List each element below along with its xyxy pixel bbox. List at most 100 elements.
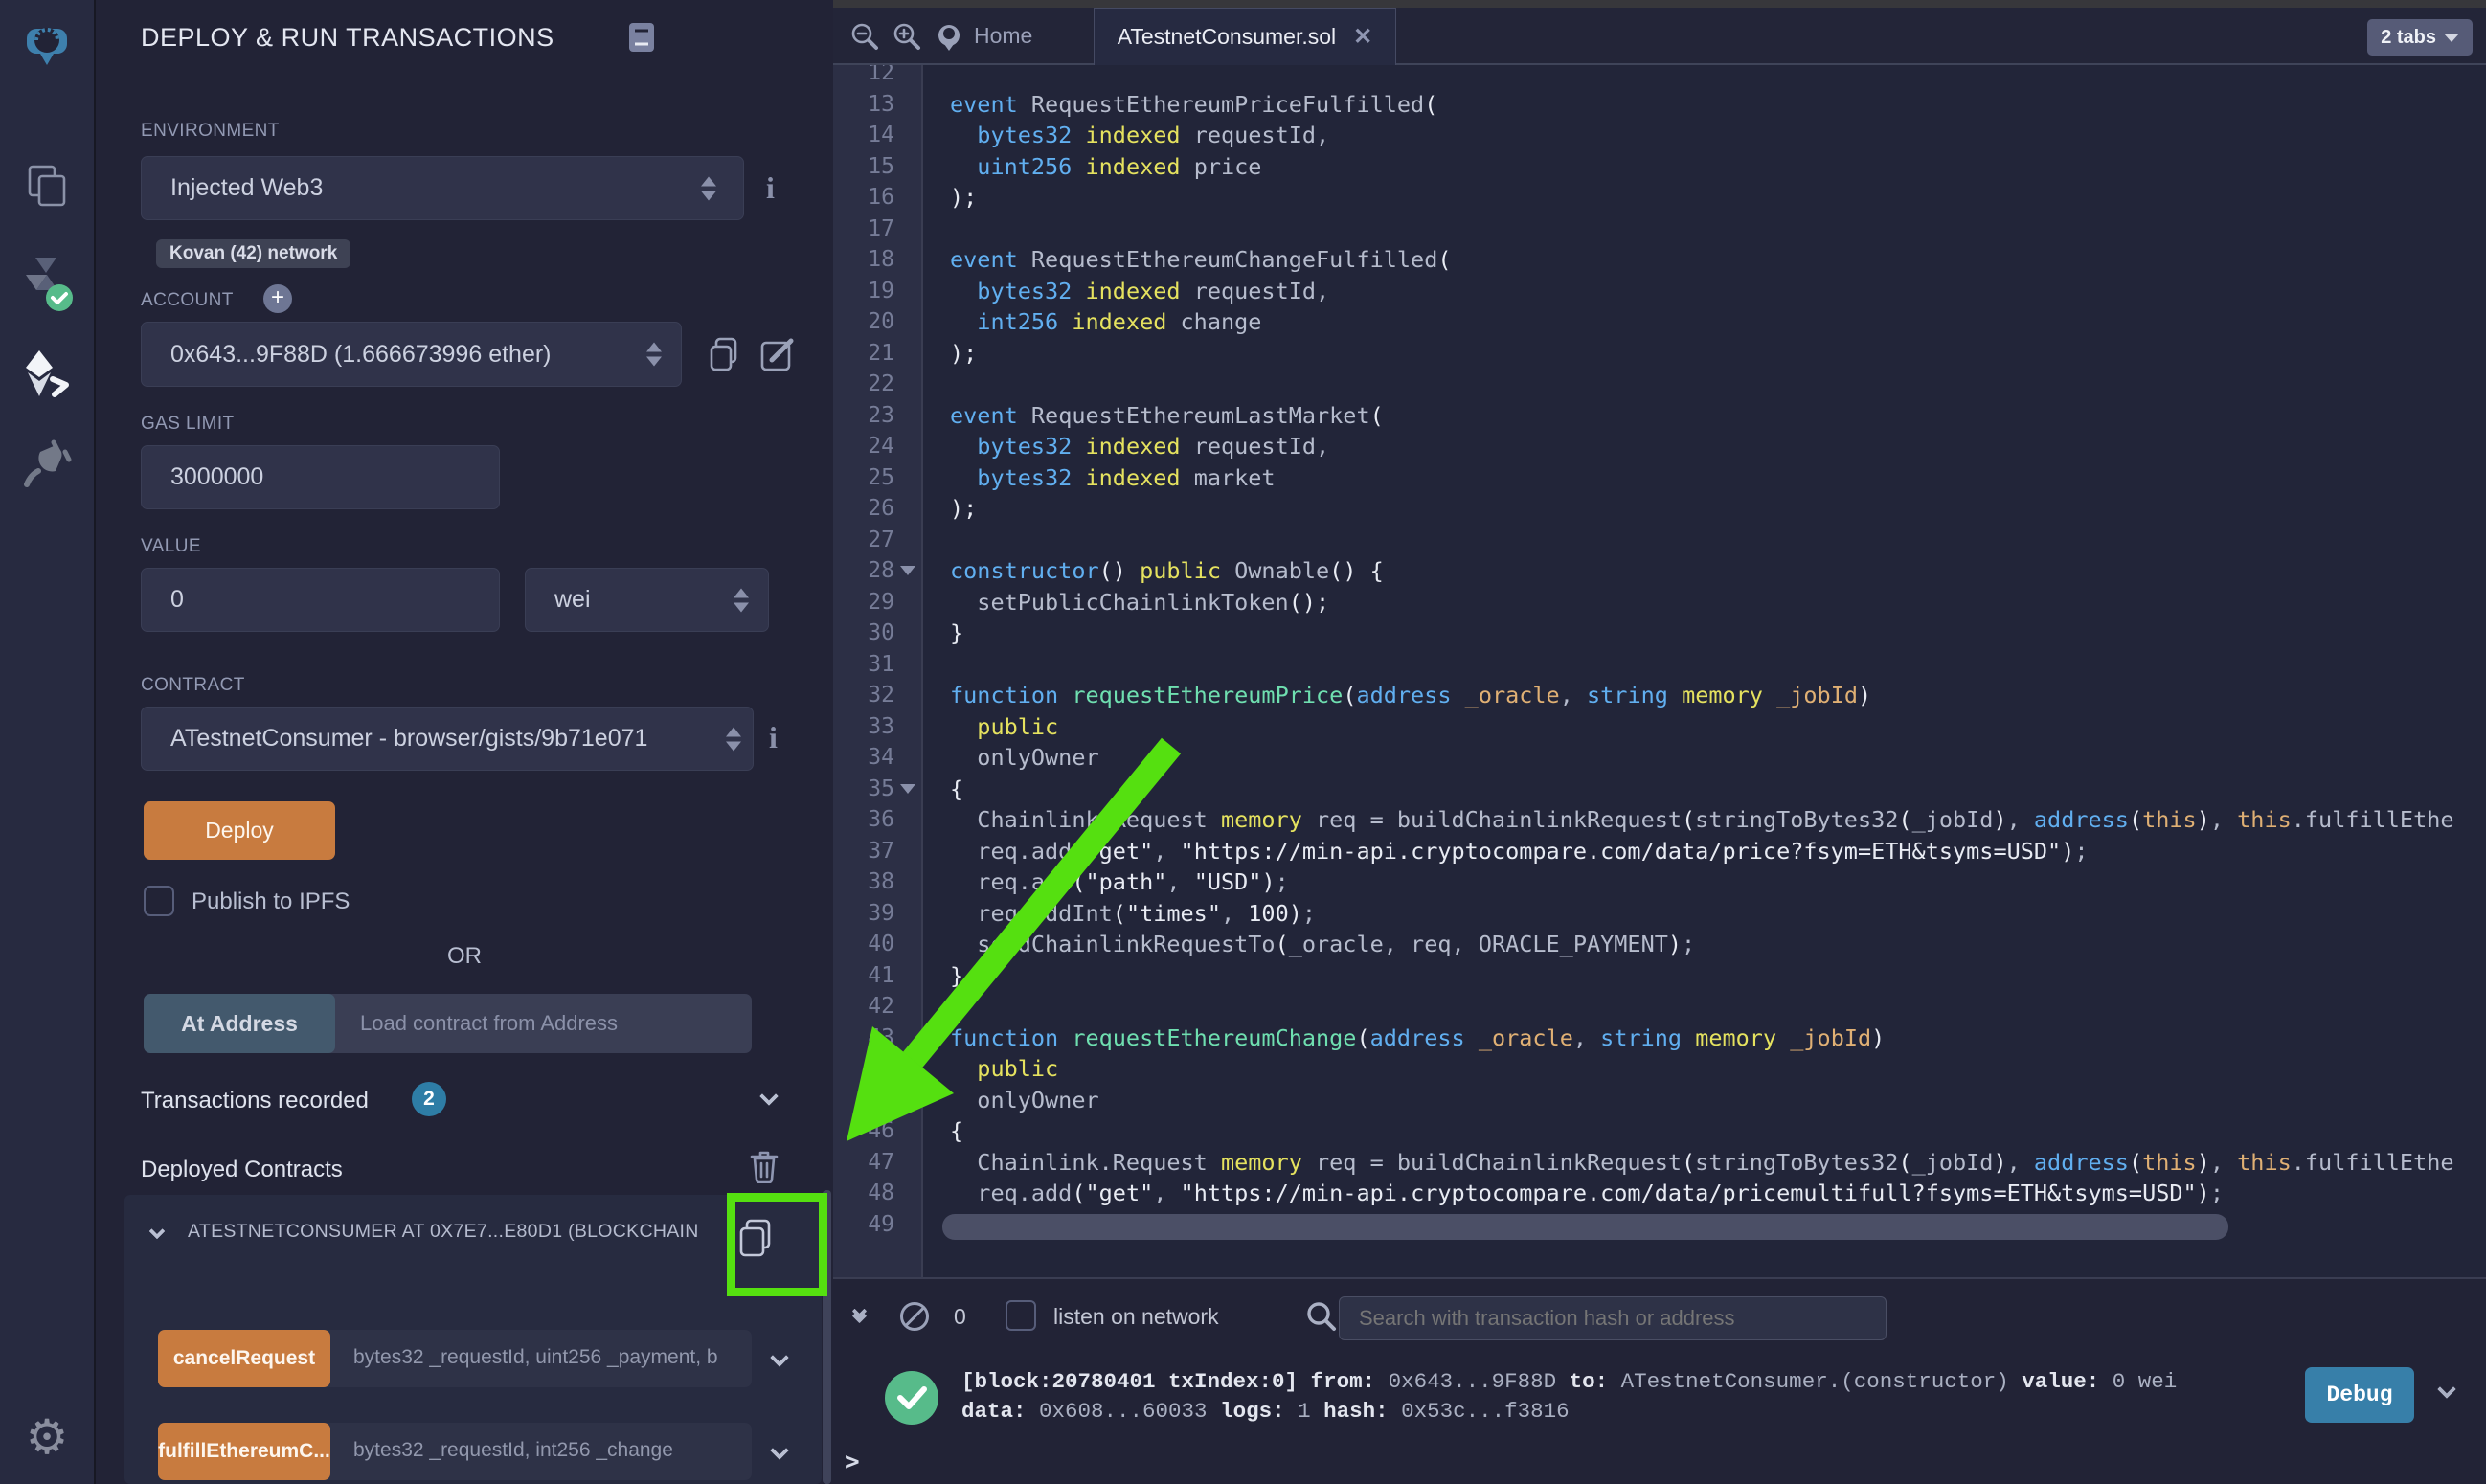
- function-expand-chevron-icon[interactable]: [770, 1348, 789, 1367]
- panel-title: DEPLOY & RUN TRANSACTIONS: [141, 23, 554, 53]
- terminal-search-input[interactable]: [1339, 1296, 1887, 1340]
- code-text: req.add("path", "USD");: [950, 866, 1289, 898]
- code-line: 41}: [833, 960, 2486, 992]
- main-area: Home ATestnetConsumer.sol ✕ 2 tabs 1213e…: [833, 0, 2486, 1484]
- at-address-input[interactable]: Load contract from Address: [335, 994, 752, 1053]
- zoom-in-icon[interactable]: [891, 21, 923, 58]
- environment-select[interactable]: Injected Web3: [141, 156, 744, 220]
- zoom-out-icon[interactable]: [848, 21, 881, 58]
- fold-arrow-icon[interactable]: [900, 566, 915, 575]
- close-tab-icon[interactable]: ✕: [1353, 23, 1372, 51]
- tabs-dropdown-arrow-icon: [2444, 34, 2459, 42]
- editor-horizontal-scrollbar[interactable]: [942, 1214, 2228, 1240]
- deployed-contracts-label: Deployed Contracts: [141, 1157, 343, 1183]
- code-text: sendChainlinkRequestTo(_oracle, req, ORA…: [950, 929, 1695, 960]
- gas-limit-label: GAS LIMIT: [141, 414, 235, 435]
- line-number: 49: [833, 1209, 894, 1241]
- contract-value: ATestnetConsumer - browser/gists/9b71e07…: [170, 725, 647, 753]
- code-line: 42: [833, 991, 2486, 1023]
- code-line: 25 bytes32 indexed market: [833, 462, 2486, 494]
- code-line: 40 sendChainlinkRequestTo(_oracle, req, …: [833, 929, 2486, 960]
- code-text: bytes32 indexed requestId,: [950, 276, 1329, 307]
- log-expand-chevron-icon[interactable]: [2437, 1380, 2456, 1399]
- home-tab-icon[interactable]: [933, 21, 965, 58]
- code-line: 36 Chainlink.Request memory req = buildC…: [833, 804, 2486, 836]
- icon-sidebar: ⚙: [0, 0, 96, 1484]
- contract-expand-chevron-icon[interactable]: [149, 1224, 166, 1240]
- transaction-log[interactable]: [block:20780401 txIndex:0] from: 0x643..…: [961, 1367, 2321, 1427]
- docs-book-icon[interactable]: [627, 21, 656, 58]
- code-text: );: [950, 182, 977, 214]
- code-line: 24 bytes32 indexed requestId,: [833, 431, 2486, 462]
- code-text: req.addInt("times", 100);: [950, 898, 1316, 930]
- clear-deployed-trash-icon[interactable]: [749, 1149, 780, 1188]
- plugin-manager-icon[interactable]: [21, 438, 73, 495]
- deployed-contract-title[interactable]: ATESTNETCONSUMER AT 0X7E7...E80D1 (BLOCK…: [188, 1221, 724, 1243]
- file-explorer-icon[interactable]: [22, 161, 72, 215]
- publish-ipfs-checkbox[interactable]: [144, 886, 174, 916]
- tabs-count-badge[interactable]: 2 tabs: [2367, 19, 2473, 56]
- tab-home[interactable]: Home: [974, 23, 1032, 49]
- line-number: 46: [833, 1115, 894, 1147]
- code-text: {: [950, 774, 963, 805]
- clear-console-ban-icon[interactable]: [900, 1302, 929, 1331]
- line-number: 28: [833, 555, 894, 587]
- select-arrows-icon: [646, 343, 662, 367]
- debug-button[interactable]: Debug: [2305, 1367, 2414, 1423]
- solidity-compiler-icon[interactable]: [18, 254, 76, 320]
- expand-terminal-icon[interactable]: [854, 1306, 865, 1321]
- line-number: 40: [833, 929, 894, 960]
- line-number: 35: [833, 774, 894, 805]
- deploy-run-panel: DEPLOY & RUN TRANSACTIONS ENVIRONMENT In…: [96, 0, 833, 1484]
- function-expand-chevron-icon[interactable]: [770, 1441, 789, 1460]
- select-arrows-icon: [734, 588, 749, 612]
- or-divider: OR: [96, 943, 833, 970]
- value-unit-select[interactable]: wei: [525, 568, 769, 632]
- code-text: }: [950, 960, 963, 992]
- cancel-request-button[interactable]: cancelRequest: [158, 1330, 330, 1387]
- transactions-chevron-down-icon[interactable]: [759, 1087, 779, 1106]
- add-account-icon[interactable]: +: [263, 284, 292, 313]
- fulfill-ethereum-button[interactable]: fulfillEthereumC...: [158, 1423, 330, 1480]
- line-number: 42: [833, 991, 894, 1023]
- environment-info-icon[interactable]: i: [766, 170, 775, 206]
- settings-gear-icon[interactable]: ⚙: [26, 1409, 69, 1465]
- code-text: event RequestEthereumChangeFulfilled(: [950, 244, 1452, 276]
- code-text: int256 indexed change: [950, 306, 1261, 338]
- line-number: 41: [833, 960, 894, 992]
- code-line: 13event RequestEthereumPriceFulfilled(: [833, 89, 2486, 121]
- value-input[interactable]: 0: [141, 568, 500, 632]
- terminal-prompt[interactable]: >: [845, 1448, 860, 1476]
- code-editor[interactable]: 1213event RequestEthereumPriceFulfilled(…: [833, 65, 2486, 1277]
- annotation-highlight-box: [727, 1193, 827, 1296]
- deploy-run-icon[interactable]: [20, 347, 74, 405]
- code-text: bytes32 indexed requestId,: [950, 431, 1329, 462]
- at-address-button[interactable]: At Address: [144, 994, 335, 1053]
- code-text: req.add("get", "https://min-api.cryptoco…: [950, 836, 2089, 867]
- tab-label: ATestnetConsumer.sol: [1118, 24, 1336, 50]
- listen-network-checkbox[interactable]: [1006, 1300, 1036, 1331]
- code-text: public: [950, 711, 1058, 743]
- account-select[interactable]: 0x643...9F88D (1.666673996 ether): [141, 322, 682, 387]
- function-params[interactable]: bytes32 _requestId, uint256 _payment, b: [353, 1346, 717, 1369]
- line-number: 27: [833, 525, 894, 556]
- deploy-button[interactable]: Deploy: [144, 801, 335, 860]
- code-text: bytes32 indexed market: [950, 462, 1276, 494]
- function-params[interactable]: bytes32 _requestId, int256 _change: [353, 1439, 717, 1462]
- code-line: 23event RequestEthereumLastMarket(: [833, 400, 2486, 432]
- code-text: Chainlink.Request memory req = buildChai…: [950, 804, 2454, 836]
- gas-limit-input[interactable]: 3000000: [141, 445, 500, 509]
- value-label: VALUE: [141, 536, 201, 557]
- network-badge: Kovan (42) network: [156, 239, 350, 268]
- contract-select[interactable]: ATestnetConsumer - browser/gists/9b71e07…: [141, 707, 754, 771]
- line-number: 17: [833, 214, 894, 245]
- line-number: 45: [833, 1085, 894, 1116]
- line-number: 30: [833, 618, 894, 649]
- code-line: 21);: [833, 338, 2486, 370]
- line-number: 23: [833, 400, 894, 432]
- tab-atestnetconsumer[interactable]: ATestnetConsumer.sol ✕: [1094, 8, 1396, 65]
- contract-info-icon[interactable]: i: [769, 720, 778, 755]
- edit-account-icon[interactable]: [758, 335, 797, 378]
- fold-arrow-icon[interactable]: [900, 784, 915, 794]
- copy-account-icon[interactable]: [707, 335, 743, 378]
